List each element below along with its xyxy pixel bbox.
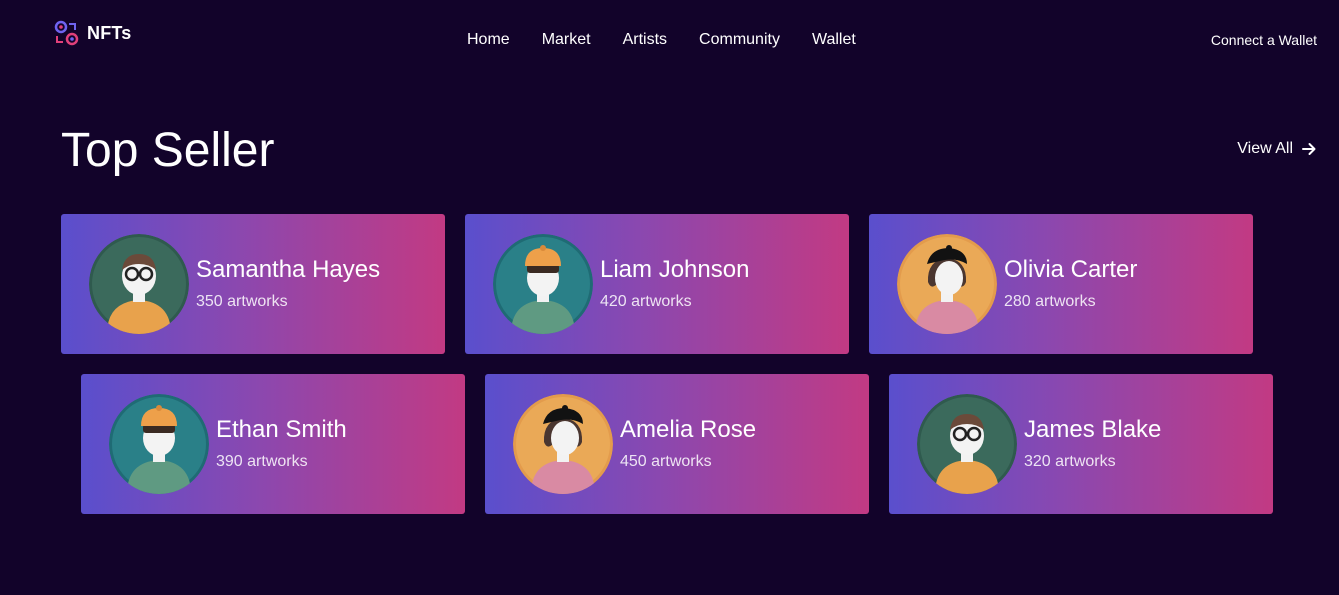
nav-wallet[interactable]: Wallet — [812, 30, 856, 50]
seller-artwork-count: 450 artworks — [620, 453, 712, 470]
seller-card[interactable]: James Blake 320 artworks — [889, 374, 1273, 514]
avatar-black-beret-woman-icon — [897, 234, 997, 334]
seller-artwork-count: 280 artworks — [1004, 293, 1096, 310]
main-nav: Home Market Artists Community Wallet — [467, 30, 856, 50]
seller-card[interactable]: Olivia Carter 280 artworks — [869, 214, 1253, 354]
avatar-black-beret-woman-icon — [513, 394, 613, 494]
page: NFTs Home Market Artists Community Walle… — [0, 0, 1339, 595]
seller-artwork-count: 350 artworks — [196, 293, 288, 310]
seller-card[interactable]: Amelia Rose 450 artworks — [485, 374, 869, 514]
avatar-glasses-man-icon — [89, 234, 189, 334]
arrow-right-icon — [1302, 143, 1316, 155]
logo[interactable]: NFTs — [54, 20, 131, 46]
logo-icon — [54, 20, 79, 46]
seller-name: Samantha Hayes — [196, 256, 381, 283]
logo-text: NFTs — [87, 23, 132, 43]
seller-name: James Blake — [1024, 416, 1162, 443]
top-seller-list: Samantha Hayes 350 artworks Liam Johnson… — [0, 0, 1339, 595]
avatar-orange-cap-icon — [493, 234, 593, 334]
seller-card[interactable]: Ethan Smith 390 artworks — [81, 374, 465, 514]
seller-artwork-count: 390 artworks — [216, 453, 308, 470]
connect-wallet-button[interactable]: Connect a Wallet — [1211, 31, 1317, 49]
avatar-glasses-man-icon — [917, 394, 1017, 494]
section-title: Top Seller — [61, 124, 275, 177]
seller-name: Olivia Carter — [1004, 256, 1138, 283]
nav-community[interactable]: Community — [699, 30, 780, 50]
avatar-orange-cap-icon — [109, 394, 209, 494]
view-all-link[interactable]: View All — [1237, 139, 1317, 159]
seller-name: Ethan Smith — [216, 416, 347, 443]
nav-home[interactable]: Home — [467, 30, 510, 50]
seller-card[interactable]: Samantha Hayes 350 artworks — [61, 214, 445, 354]
seller-name: Liam Johnson — [600, 256, 750, 283]
view-all-label: View All — [1237, 140, 1293, 157]
seller-artwork-count: 320 artworks — [1024, 453, 1116, 470]
nav-artists[interactable]: Artists — [623, 30, 667, 50]
seller-card[interactable]: Liam Johnson 420 artworks — [465, 214, 849, 354]
seller-name: Amelia Rose — [620, 416, 757, 443]
nav-market[interactable]: Market — [542, 30, 591, 50]
seller-artwork-count: 420 artworks — [600, 293, 692, 310]
